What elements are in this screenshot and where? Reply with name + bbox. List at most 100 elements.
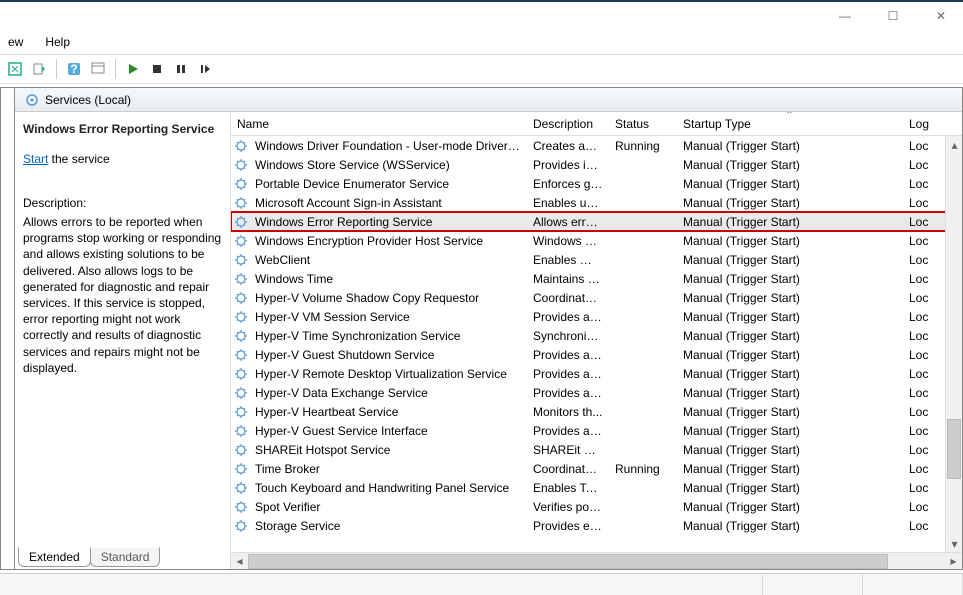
maximize-button[interactable]: ☐: [879, 6, 907, 26]
table-row[interactable]: Time BrokerCoordinates...RunningManual (…: [231, 459, 962, 478]
minimize-button[interactable]: —: [831, 6, 859, 26]
gear-icon: [233, 481, 249, 495]
cell-name: Hyper-V Guest Service Interface: [249, 424, 527, 438]
cell-description: Provides en...: [527, 519, 609, 533]
table-row[interactable]: Hyper-V Volume Shadow Copy RequestorCoor…: [231, 288, 962, 307]
hscroll-thumb[interactable]: [248, 554, 888, 569]
scroll-down-icon[interactable]: ▾: [946, 535, 962, 552]
scroll-left-icon[interactable]: ◂: [231, 553, 248, 570]
cell-startup: Manual (Trigger Start): [677, 424, 903, 438]
menu-help[interactable]: Help: [41, 33, 74, 51]
table-row[interactable]: Windows TimeMaintains d... Manual (Trigge…: [231, 269, 962, 288]
vertical-scrollbar[interactable]: ▴ ▾: [945, 136, 962, 552]
cell-startup: Manual (Trigger Start): [677, 291, 903, 305]
service-list: Name Description Status Startup Type Log…: [231, 112, 962, 569]
gear-icon: [233, 272, 249, 286]
table-row[interactable]: WebClientEnables Win...Manual (Trigger S…: [231, 250, 962, 269]
cell-name: Spot Verifier: [249, 500, 527, 514]
gear-icon: [233, 386, 249, 400]
table-row[interactable]: Hyper-V Time Synchronization ServiceSync…: [231, 326, 962, 345]
gear-icon: [233, 158, 249, 172]
stop-icon[interactable]: [146, 58, 168, 80]
statusbar: [0, 573, 963, 595]
cell-startup: Manual (Trigger Start): [677, 310, 903, 324]
properties-icon[interactable]: [87, 58, 109, 80]
table-row[interactable]: Portable Device Enumerator ServiceEnforc…: [231, 174, 962, 193]
gear-icon: [233, 329, 249, 343]
col-startup-type[interactable]: Startup Type: [677, 112, 903, 135]
column-headers: Name Description Status Startup Type Log: [231, 112, 962, 136]
help-icon[interactable]: ?: [63, 58, 85, 80]
cell-description: SHAREit Ho...: [527, 443, 609, 457]
main-panel: Services (Local) Windows Error Reporting…: [14, 87, 963, 570]
cell-description: Provides inf...: [527, 158, 609, 172]
description-text: Allows errors to be reported when progra…: [23, 214, 222, 376]
scroll-up-icon[interactable]: ▴: [946, 136, 962, 153]
cell-name: Hyper-V VM Session Service: [249, 310, 527, 324]
cell-startup: Manual (Trigger Start): [677, 234, 903, 248]
table-row[interactable]: Microsoft Account Sign-in AssistantEnabl…: [231, 193, 962, 212]
tree-header[interactable]: Services (Local): [15, 88, 962, 112]
cell-description: Provides a ...: [527, 310, 609, 324]
cell-description: Enables use...: [527, 196, 609, 210]
cell-description: Synchronize...: [527, 329, 609, 343]
table-row[interactable]: Spot VerifierVerifies pote...Manual (Tri…: [231, 497, 962, 516]
cell-name: Windows Encryption Provider Host Service: [249, 234, 527, 248]
gear-icon: [233, 424, 249, 438]
cell-startup: Manual (Trigger Start): [677, 177, 903, 191]
cell-startup: Manual (Trigger Start): [677, 158, 903, 172]
table-row[interactable]: Touch Keyboard and Handwriting Panel Ser…: [231, 478, 962, 497]
cell-description: Maintains d...: [527, 272, 609, 286]
tab-standard[interactable]: Standard: [90, 547, 161, 567]
tab-extended[interactable]: Extended: [18, 547, 91, 567]
table-row[interactable]: Hyper-V Remote Desktop Virtualization Se…: [231, 364, 962, 383]
view-tabs: Extended Standard: [18, 547, 159, 567]
restart-icon[interactable]: [194, 58, 216, 80]
cell-startup: Manual (Trigger Start): [677, 443, 903, 457]
table-row[interactable]: Windows Store Service (WSService)Provide…: [231, 155, 962, 174]
col-logon[interactable]: Log: [903, 112, 962, 135]
services-icon: [25, 93, 39, 107]
cell-description: Allows error...: [527, 215, 609, 229]
cell-name: Windows Time: [249, 272, 527, 286]
table-row[interactable]: Storage ServiceProvides en...Manual (Tri…: [231, 516, 962, 535]
cell-name: Windows Error Reporting Service: [249, 215, 527, 229]
table-row[interactable]: Hyper-V Guest Service InterfaceProvides …: [231, 421, 962, 440]
cell-status: Running: [609, 139, 677, 153]
table-row[interactable]: Hyper-V VM Session ServiceProvides a ...…: [231, 307, 962, 326]
table-row[interactable]: Windows Driver Foundation - User-mode Dr…: [231, 136, 962, 155]
table-row[interactable]: Hyper-V Guest Shutdown ServiceProvides a…: [231, 345, 962, 364]
cell-name: Hyper-V Remote Desktop Virtualization Se…: [249, 367, 527, 381]
horizontal-scrollbar[interactable]: ◂ ▸: [231, 552, 962, 569]
cell-description: Enforces gr...: [527, 177, 609, 191]
pause-icon[interactable]: [170, 58, 192, 80]
start-link[interactable]: Start: [23, 152, 48, 166]
menu-view[interactable]: ew: [4, 33, 27, 51]
col-description[interactable]: Description: [527, 112, 609, 135]
col-name[interactable]: Name: [231, 112, 527, 135]
gear-icon: [233, 348, 249, 362]
gear-icon: [233, 500, 249, 514]
table-row[interactable]: SHAREit Hotspot ServiceSHAREit Ho... Manu…: [231, 440, 962, 459]
cell-name: SHAREit Hotspot Service: [249, 443, 527, 457]
tree-pane-collapsed[interactable]: [0, 87, 14, 570]
scroll-right-icon[interactable]: ▸: [945, 553, 962, 570]
cell-startup: Manual (Trigger Start): [677, 272, 903, 286]
cell-startup: Manual (Trigger Start): [677, 405, 903, 419]
cell-description: Enables Win...: [527, 253, 609, 267]
col-status[interactable]: Status: [609, 112, 677, 135]
start-icon[interactable]: [122, 58, 144, 80]
content-area: Services (Local) Windows Error Reporting…: [0, 87, 963, 570]
gear-icon: [233, 367, 249, 381]
table-row[interactable]: Hyper-V Data Exchange ServiceProvides a …: [231, 383, 962, 402]
table-row[interactable]: Windows Error Reporting ServiceAllows er…: [231, 212, 962, 231]
vscroll-thumb[interactable]: [947, 419, 961, 479]
gear-icon: [233, 196, 249, 210]
gear-icon: [233, 177, 249, 191]
cell-description: Coordinates...: [527, 462, 609, 476]
table-row[interactable]: Windows Encryption Provider Host Service…: [231, 231, 962, 250]
table-row[interactable]: Hyper-V Heartbeat ServiceMonitors th...M…: [231, 402, 962, 421]
export-icon[interactable]: [28, 58, 50, 80]
refresh-icon[interactable]: [4, 58, 26, 80]
close-button[interactable]: ✕: [927, 6, 955, 26]
